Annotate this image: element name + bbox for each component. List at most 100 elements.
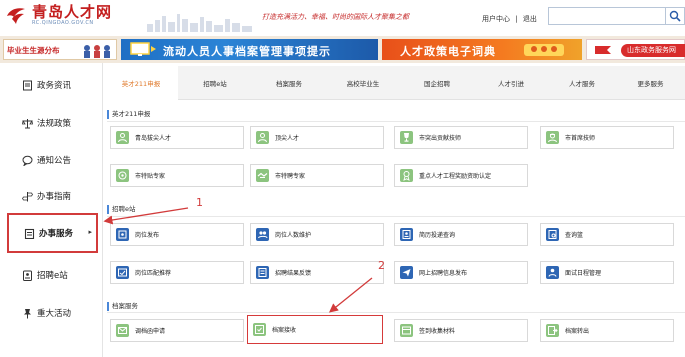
trophy-icon: [400, 131, 413, 144]
sidebar-item-label: 重大活动: [37, 309, 72, 319]
archive-management-label: 流动人员人事档案管理事项提示: [163, 45, 331, 58]
logo-emblem-icon: [7, 8, 25, 24]
sidebar-item-label: 政务资讯: [37, 81, 72, 91]
tab-talent-service[interactable]: 人才服务: [548, 66, 616, 100]
card-check-in-materials[interactable]: 签到收集材料: [394, 319, 528, 342]
resume-icon: [400, 228, 413, 241]
site-logo[interactable]: 青岛人才网 RC.QINGDAO.GOV.CN: [4, 3, 112, 27]
send-icon: [400, 266, 413, 279]
card-chief-technician[interactable]: 市首席技师: [540, 126, 674, 149]
card-label: 招聘结果反馈: [275, 270, 312, 277]
card-recruit-feedback[interactable]: 招聘结果反馈: [250, 261, 384, 284]
sidebar-item-label: 通知公告: [37, 156, 72, 166]
section-divider: [107, 312, 685, 313]
badge-icon: [22, 270, 33, 281]
tab-archive-service[interactable]: 档案服务: [252, 66, 326, 100]
card-contribution-technician[interactable]: 市突出贡献技师: [394, 126, 528, 149]
card-archive-receive[interactable]: 档案接收: [247, 315, 383, 344]
card-job-headcount[interactable]: 岗位人数维护: [250, 223, 384, 246]
annotation-number-2: 2: [378, 259, 385, 272]
publish-icon: [116, 228, 129, 241]
card-post-job[interactable]: 岗位发布: [110, 223, 244, 246]
section-divider: [107, 216, 685, 217]
clipboard-icon: [24, 228, 35, 239]
card-transfer-letter-apply[interactable]: 调档函申请: [110, 319, 244, 342]
tab-talent-intro[interactable]: 人才引进: [474, 66, 548, 100]
tab-more-services[interactable]: 更多服务: [616, 66, 685, 100]
sidebar-item-events[interactable]: 重大活动: [0, 293, 102, 333]
card-label: 市特聘专家: [275, 173, 306, 180]
card-label: 岗位匹配推荐: [135, 270, 172, 277]
graduates-illustration-icon: [84, 45, 110, 58]
card-key-talent-award[interactable]: 重点人才工程奖励资助认定: [394, 164, 528, 187]
search-button[interactable]: [666, 7, 685, 25]
scale-icon: [22, 118, 33, 129]
card-resume-query[interactable]: 简历投递查询: [394, 223, 528, 246]
tab-soe-recruit[interactable]: 国企招聘: [400, 66, 474, 100]
card-interview-schedule[interactable]: 面试日程管理: [540, 261, 674, 284]
chevron-right-icon: ▸: [88, 228, 92, 236]
logout-link[interactable]: 退出: [523, 15, 537, 23]
people-icon: [116, 131, 129, 144]
user-center-link[interactable]: 用户中心: [482, 15, 510, 23]
search-input[interactable]: [548, 7, 666, 25]
match-icon: [116, 266, 129, 279]
site-header: 青岛人才网 RC.QINGDAO.GOV.CN 打造充满活力、幸福、时尚的国际人…: [0, 0, 685, 36]
sidebar-item-label: 办事指南: [37, 192, 72, 202]
sidebar-item-label: 办事服务: [39, 229, 74, 239]
card-online-recruit-publish[interactable]: 网上招聘信息发布: [394, 261, 528, 284]
tab-graduates[interactable]: 高校毕业生: [326, 66, 400, 100]
graduate-source-banner[interactable]: 毕业生生源分布: [3, 39, 117, 60]
card-query-basket[interactable]: 查询篮: [540, 223, 674, 246]
expert-icon: [116, 169, 129, 182]
transfer-out-icon: [546, 324, 559, 337]
card-job-match[interactable]: 岗位匹配推荐: [110, 261, 244, 284]
sidebar-item-guide[interactable]: 办事指南: [0, 176, 102, 216]
sidebar-item-services[interactable]: 办事服务 ▸: [7, 213, 98, 253]
sidebar-item-news[interactable]: 政务资讯: [0, 65, 102, 105]
sidebar-item-regulations[interactable]: 法规政策: [0, 103, 102, 143]
city-skyline-graphic: [147, 14, 252, 32]
section-title-talent-211: 英才211申报: [107, 110, 150, 119]
sidebar-item-recruit[interactable]: 招聘e站: [0, 255, 102, 295]
card-special-allowance-expert[interactable]: 市特贴专家: [110, 164, 244, 187]
card-label: 档案转出: [565, 328, 590, 335]
shandong-service-label: 山东政务服务网: [627, 46, 676, 54]
sidebar-item-label: 招聘e站: [37, 271, 68, 281]
pin-icon: [22, 308, 33, 319]
banner-row: 毕业生生源分布 流动人员人事档案管理事项提示 人才政策电子词典 山东政务服务网: [0, 36, 685, 63]
left-sidebar: 政务资讯 法规政策 通知公告 办事指南 办事服务 ▸ 招聘e站 重大活动: [0, 63, 103, 357]
graduate-source-label: 毕业生生源分布: [7, 46, 60, 55]
card-qingdao-top-talent[interactable]: 青岛拔尖人才: [110, 126, 244, 149]
tab-recruit-station[interactable]: 招聘e站: [178, 66, 252, 100]
card-label: 市突出贡献技师: [419, 135, 462, 142]
card-label: 网上招聘信息发布: [419, 270, 468, 277]
team-icon: [256, 228, 269, 241]
logo-title: 青岛人才网: [32, 3, 113, 21]
flag-icon: [595, 46, 611, 54]
section-divider: [107, 121, 685, 122]
archive-receive-icon: [253, 323, 266, 336]
shandong-service-banner[interactable]: 山东政务服务网: [586, 39, 685, 60]
card-archive-transfer-out[interactable]: 档案转出: [540, 319, 674, 342]
sidebar-item-notices[interactable]: 通知公告: [0, 140, 102, 180]
section-title-archive-service: 档案服务: [107, 302, 138, 311]
card-label: 简历投递查询: [419, 232, 456, 239]
document-icon: [22, 80, 33, 91]
archive-management-banner[interactable]: 流动人员人事档案管理事项提示: [121, 39, 378, 60]
basket-icon: [546, 228, 559, 241]
site-slogan: 打造充满活力、幸福、时尚的国际人才聚集之都: [262, 13, 409, 21]
card-specially-hired-expert[interactable]: 市特聘专家: [250, 164, 384, 187]
materials-icon: [400, 324, 413, 337]
sidebar-item-label: 法规政策: [37, 119, 72, 129]
card-label: 市特贴专家: [135, 173, 166, 180]
service-tabs: 英才211申报 招聘e站 档案服务 高校毕业生 国企招聘 人才引进 人才服务 更…: [104, 66, 685, 100]
card-label: 调档函申请: [135, 328, 166, 335]
card-apex-talent[interactable]: 顶尖人才: [250, 126, 384, 149]
people-illustration-icon: [524, 44, 564, 56]
card-label: 面试日程管理: [565, 270, 602, 277]
annotation-number-1: 1: [196, 196, 203, 209]
tab-talent-211[interactable]: 英才211申报: [104, 66, 178, 100]
talent-policy-banner[interactable]: 人才政策电子词典: [382, 39, 582, 60]
card-label: 岗位发布: [135, 232, 160, 239]
